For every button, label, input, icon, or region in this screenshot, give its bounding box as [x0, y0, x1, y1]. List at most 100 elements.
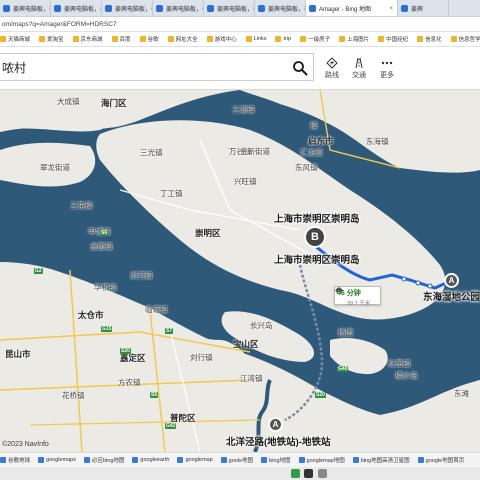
tab-label: 姜興电脑板，在电脑跳开始位 [64, 7, 101, 13]
tab-favicon-icon [3, 5, 10, 12]
bookmark-item[interactable]: 信息哲学 [450, 35, 480, 43]
bookmark-item[interactable]: 游戏中心 [206, 35, 237, 43]
address-bar[interactable]: om/maps?q=Amager&FORM=HDRSC7 [0, 17, 480, 32]
address-text[interactable]: om/maps?q=Amager&FORM=HDRSC7 [0, 21, 117, 28]
bookmark-item[interactable]: trip [275, 36, 291, 42]
route-distance: 39.7 千米 [347, 301, 371, 307]
place-label: 花桥镇 [62, 391, 85, 400]
bottom-link-item[interactable]: 谷歌地球 [0, 456, 30, 464]
bottom-link-item[interactable]: googlemaps [38, 457, 76, 463]
car-icon [335, 287, 343, 293]
directions-button[interactable]: 路线 [319, 57, 345, 85]
bookmark-item[interactable]: 上海图片 [339, 35, 369, 43]
app-icon[interactable] [291, 469, 300, 478]
route-info-box[interactable]: 46 分钟 39.7 千米 [334, 286, 381, 307]
place-label: 红星镇 [388, 359, 411, 368]
bookmark-item[interactable]: 天猫商城 [0, 35, 30, 43]
browser-tab[interactable]: 姜興电脑板，在电脑跳开始位 [153, 0, 204, 16]
bookmark-label: 爱淘宝 [47, 37, 64, 43]
place-label: 杨园 [338, 328, 353, 337]
browser-tab[interactable]: Amager - Bing 地图 × [306, 0, 398, 16]
bookmark-icon [339, 36, 346, 42]
map-copyright: ©2023 NavInfo [2, 441, 49, 448]
place-label: 三角镇 [70, 201, 93, 210]
place-label: 横沙岛 [395, 371, 418, 380]
browser-tab[interactable]: 姜興电脑板，在电脑跳开始位 [0, 0, 51, 16]
place-label: 昆山市 [5, 349, 31, 359]
tab-favicon-icon [258, 5, 265, 12]
bookmark-item[interactable]: 一级房子 [300, 35, 330, 43]
destination-b-label-bottom: 上海市崇明区崇明岛 [274, 255, 360, 266]
bookmark-label: 京东商城 [80, 37, 103, 43]
place-label: 翠龙街道 [40, 163, 70, 172]
highway-shield: S20 [315, 392, 326, 398]
place-label: 三湖镇 [232, 105, 255, 114]
bottom-link-item[interactable]: googlemap [177, 457, 213, 463]
route-waypoint [415, 280, 421, 286]
tab-close-icon[interactable]: × [389, 6, 393, 12]
pin-b-marker[interactable]: B [304, 226, 326, 248]
route-time-row: 46 分钟 [335, 287, 380, 299]
bookmark-item[interactable]: 爱淘宝 [39, 35, 64, 43]
bottom-link-item[interactable]: goole地图 [220, 456, 253, 464]
bottom-link-item[interactable]: googleearth [132, 457, 169, 463]
bookmark-item[interactable]: 谷歌 [139, 35, 159, 43]
bookmark-item[interactable]: 网址大全 [167, 35, 198, 43]
browser-tab[interactable]: 姜興电脑板，在电脑跳开始位 [204, 0, 255, 16]
place-label: 三光镇 [140, 148, 163, 157]
place-label: 东风镇 [295, 163, 318, 172]
place-label: 江湾镇 [240, 374, 263, 383]
app-icon[interactable] [318, 469, 327, 478]
bottom-link-label: googleearth [140, 457, 170, 463]
bookmark-item[interactable]: 百度 [111, 35, 131, 43]
highway-shield: S20 [120, 348, 131, 354]
bookmark-label: 一级房子 [308, 37, 331, 43]
bottom-link-item[interactable]: bing地图高清卫星图 [352, 456, 410, 464]
search-input[interactable]: 哝村 [0, 53, 314, 81]
route-waypoint [427, 283, 433, 289]
bottom-link-item[interactable]: googlemap地图 [298, 456, 345, 464]
bookmark-item[interactable]: 京东商城 [72, 35, 103, 43]
link-icon [220, 457, 227, 463]
search-panel: 哝村 路线 交通 更多 [0, 47, 480, 90]
highway-shield: G42 [165, 423, 177, 429]
link-icon [38, 457, 45, 463]
bottom-link-label: bing地图高清卫星图 [360, 458, 410, 464]
place-label: 太仓市 [78, 310, 104, 320]
map-canvas[interactable]: 大成镇 海门区 三湖镇 镇 启东市 万谷镇 东海镇 三光镇 金新街道 汇龙镇 翠… [0, 90, 480, 452]
tab-label: 姜興电脑板，在电脑跳开始位 [217, 7, 254, 13]
bookmark-item[interactable]: 信息化 [417, 35, 442, 43]
more-button[interactable]: 更多 [374, 57, 400, 85]
bottom-link-item[interactable]: 必应bing地图 [83, 456, 124, 464]
place-label: 金新街道 [240, 147, 270, 156]
browser-tab[interactable]: 姜興电脑板，在电脑跳开始位 [51, 0, 102, 16]
bottom-link-label: google地图首页 [425, 458, 465, 464]
bottom-link-label: bing地图 [269, 458, 291, 464]
bottom-link-item[interactable]: bing地图 [261, 456, 291, 464]
link-icon [0, 457, 6, 463]
traffic-button[interactable]: 交通 [346, 57, 372, 85]
browser-tab[interactable]: 姜興电脑板，在电脑跳开始位 [255, 0, 306, 16]
bookmark-label: 上海图片 [347, 37, 370, 43]
pin-a-marker-south[interactable]: A [268, 417, 283, 432]
bottom-link-item[interactable]: google地图首页 [417, 456, 465, 464]
link-icon [352, 457, 359, 463]
taskbar [0, 467, 480, 480]
place-label: 刘行镇 [190, 353, 213, 362]
place-label: 临道镇 [145, 305, 168, 314]
bookmark-icon [72, 36, 79, 42]
bookmark-icon [275, 36, 282, 42]
destination-a-label-south: 北洋泾路(地铁站)-地铁站 [226, 437, 331, 448]
bookmark-icon [450, 36, 457, 42]
bookmark-label: 谷歌 [147, 37, 159, 43]
bookmark-icon [245, 36, 252, 42]
place-label: 东滩 [454, 389, 469, 398]
browser-tab[interactable]: 姜興 [398, 0, 449, 16]
search-icon[interactable] [292, 60, 308, 76]
pin-a-marker-east[interactable]: A [444, 273, 459, 288]
bookmark-item[interactable]: 中国经纪 [378, 35, 408, 43]
bookmark-item[interactable]: Links [245, 36, 266, 42]
app-icon[interactable] [304, 469, 313, 478]
browser-tab[interactable]: 姜興电脑板，在电脑跳开始位 [102, 0, 153, 16]
bottom-link-label: googlemaps [46, 457, 76, 463]
